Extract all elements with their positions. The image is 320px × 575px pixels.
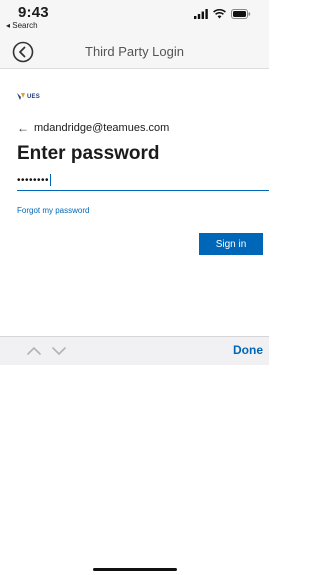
keyboard-area [0,365,269,575]
chevron-down-icon[interactable] [52,344,66,358]
form-heading: Enter password [17,143,160,164]
password-underline [17,190,269,191]
account-email: mdandridge@teamues.com [34,122,170,134]
signal-icon [194,9,208,19]
home-indicator[interactable] [93,568,177,571]
keyboard-toolbar: Done [0,336,269,366]
status-icons [194,9,251,19]
back-to-search-link[interactable]: ◂ Search [6,21,38,30]
text-caret [50,174,52,186]
status-time: 9:43 [18,4,49,21]
logo-text: UES [27,93,40,100]
chevron-up-icon[interactable] [27,344,41,358]
forgot-password-link[interactable]: Forgot my password [17,206,89,215]
password-input[interactable]: •••••••• [17,170,52,190]
ues-logo-mark-icon [17,93,25,100]
sign-in-button[interactable]: Sign in [199,233,263,255]
account-identity[interactable]: ← mdandridge@teamues.com [17,121,169,135]
status-bar: 9:43 ◂ Search [0,0,269,36]
wifi-icon [213,9,226,19]
ues-logo: UES [17,93,40,100]
battery-icon [231,9,251,19]
left-arrow-icon[interactable]: ← [17,121,29,135]
page-title: Third Party Login [85,44,184,59]
done-button[interactable]: Done [233,343,263,357]
password-value: •••••••• [17,174,50,186]
navigation-bar: Third Party Login [0,36,269,69]
